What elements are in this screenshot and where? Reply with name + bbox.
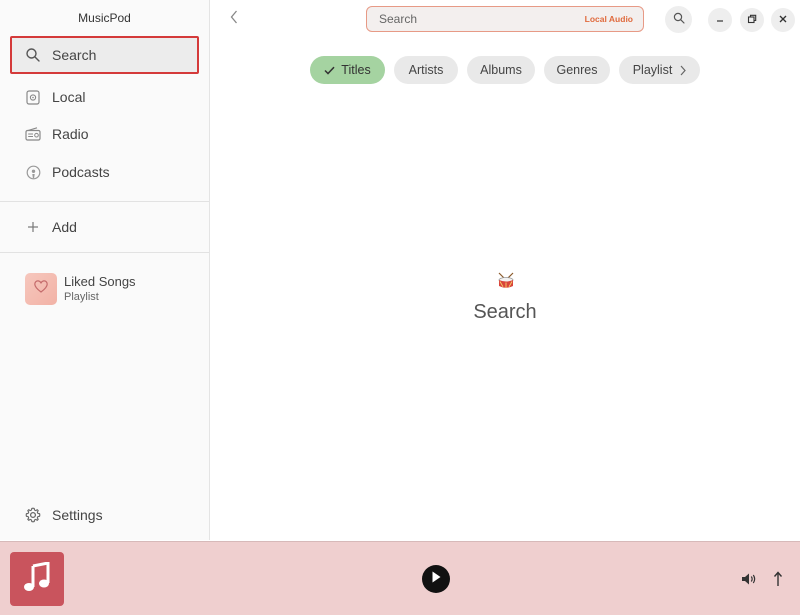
minimize-button[interactable] bbox=[708, 8, 732, 32]
volume-icon[interactable] bbox=[741, 571, 757, 587]
sidebar-item-local[interactable]: Local bbox=[10, 78, 199, 116]
heart-icon bbox=[34, 280, 48, 298]
search-icon bbox=[24, 46, 42, 64]
app-title: MusicPod bbox=[78, 11, 131, 25]
app-window: MusicPod Search Local Radio Podcasts Add… bbox=[0, 0, 800, 615]
search-scope-label[interactable]: Local Audio bbox=[585, 14, 633, 24]
restore-button[interactable] bbox=[740, 8, 764, 32]
sidebar-divider bbox=[0, 201, 209, 202]
sidebar-item-liked-songs[interactable]: Liked Songs Playlist bbox=[25, 273, 136, 305]
chip-label: Artists bbox=[408, 63, 444, 77]
empty-state-title: Search bbox=[473, 301, 537, 323]
chevron-left-icon bbox=[230, 10, 238, 29]
player-bar bbox=[0, 541, 800, 615]
local-disk-icon bbox=[24, 88, 42, 106]
checkmark-icon bbox=[324, 66, 335, 75]
search-icon bbox=[673, 11, 685, 29]
add-label: Add bbox=[52, 219, 77, 235]
sidebar-item-settings[interactable]: Settings bbox=[10, 496, 199, 534]
sidebar-item-label: Radio bbox=[52, 126, 89, 142]
add-button[interactable]: Add bbox=[10, 208, 199, 246]
sidebar-item-podcasts[interactable]: Podcasts bbox=[10, 153, 199, 191]
play-icon bbox=[431, 570, 441, 588]
plus-icon bbox=[24, 218, 42, 236]
minimize-icon bbox=[715, 11, 725, 29]
radio-icon bbox=[24, 125, 42, 143]
filter-chip-titles[interactable]: Titles bbox=[310, 56, 385, 84]
filter-chip-artists[interactable]: Artists bbox=[394, 56, 458, 84]
chip-label: Genres bbox=[556, 63, 598, 77]
filter-chip-albums[interactable]: Albums bbox=[467, 56, 535, 84]
podcast-icon bbox=[24, 163, 42, 181]
chip-label: Albums bbox=[480, 63, 522, 77]
chip-label: Titles bbox=[341, 63, 371, 77]
search-input[interactable] bbox=[377, 11, 585, 27]
gear-icon bbox=[24, 506, 42, 524]
chevron-right-icon bbox=[680, 65, 687, 76]
playlist-subtitle: Playlist bbox=[64, 290, 99, 303]
album-cover[interactable] bbox=[10, 552, 64, 606]
play-button[interactable] bbox=[422, 565, 450, 593]
restore-icon bbox=[747, 11, 757, 29]
sidebar-item-label: Settings bbox=[52, 507, 103, 523]
playlist-title: Liked Songs bbox=[64, 273, 136, 289]
filter-chip-genres[interactable]: Genres bbox=[544, 56, 610, 84]
search-field: Local Audio bbox=[366, 6, 644, 32]
sidebar-item-search[interactable]: Search bbox=[10, 36, 199, 74]
drum-emoji-icon bbox=[497, 272, 515, 290]
arrow-up-icon[interactable] bbox=[771, 570, 785, 588]
sidebar-item-radio[interactable]: Radio bbox=[10, 115, 199, 153]
sidebar-item-label: Local bbox=[52, 89, 86, 105]
sidebar: MusicPod Search Local Radio Podcasts Add… bbox=[0, 0, 210, 540]
chip-label: Playlist bbox=[632, 63, 673, 77]
filter-chips: Titles Artists Albums Genres Playlist bbox=[310, 56, 709, 84]
close-icon bbox=[778, 11, 788, 29]
back-button[interactable] bbox=[226, 8, 242, 30]
close-button[interactable] bbox=[771, 8, 795, 32]
sidebar-divider bbox=[0, 252, 209, 253]
filter-chip-playlist[interactable]: Playlist bbox=[619, 56, 700, 84]
sidebar-item-label: Search bbox=[52, 47, 97, 63]
liked-songs-thumbnail bbox=[25, 273, 57, 305]
search-button[interactable] bbox=[665, 6, 692, 33]
sidebar-item-label: Podcasts bbox=[52, 164, 110, 180]
music-note-icon bbox=[23, 560, 51, 597]
